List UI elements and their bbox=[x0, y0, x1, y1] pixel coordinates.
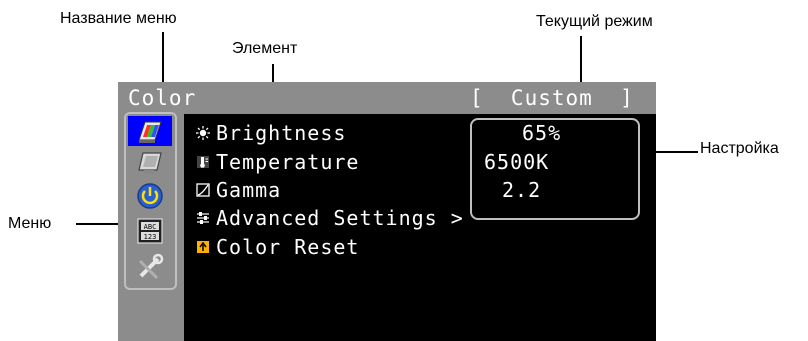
brightness-icon bbox=[196, 126, 210, 140]
menu-item-label: Temperature bbox=[216, 150, 360, 174]
menu-leader bbox=[76, 223, 124, 225]
osd-title-bar: Color [ Custom ] bbox=[118, 82, 656, 114]
current-mode: [ Custom ] bbox=[470, 86, 634, 110]
menu-callout: Меню bbox=[8, 215, 52, 232]
element-callout: Элемент bbox=[232, 40, 298, 57]
menu-name-leader bbox=[162, 32, 164, 84]
menu-item-label: Color Reset bbox=[216, 235, 360, 259]
setting-callout: Настройка bbox=[700, 140, 779, 157]
advanced-settings-icon bbox=[197, 212, 209, 224]
current-mode-callout: Текущий режим bbox=[536, 13, 653, 30]
menu-item-label: Gamma bbox=[216, 178, 282, 202]
menu-item-color-reset[interactable]: Color Reset bbox=[196, 233, 359, 261]
menu-name-callout: Название меню bbox=[60, 10, 177, 27]
menu-item-brightness[interactable]: Brightness bbox=[196, 119, 346, 147]
menu-item-label: Brightness bbox=[216, 121, 347, 145]
gamma-icon bbox=[196, 183, 210, 197]
color-reset-icon bbox=[197, 241, 209, 253]
menu-item-gamma[interactable]: Gamma bbox=[196, 176, 281, 204]
menu-highlight-frame bbox=[124, 112, 177, 290]
current-mode-leader bbox=[580, 36, 582, 88]
menu-item-label: Advanced Settings > bbox=[216, 206, 464, 230]
menu-title: Color bbox=[128, 86, 197, 110]
menu-item-advanced-settings[interactable]: Advanced Settings > bbox=[196, 204, 464, 232]
temperature-icon bbox=[197, 156, 209, 168]
menu-item-temperature[interactable]: Temperature bbox=[196, 148, 359, 176]
settings-highlight-frame bbox=[470, 118, 640, 220]
